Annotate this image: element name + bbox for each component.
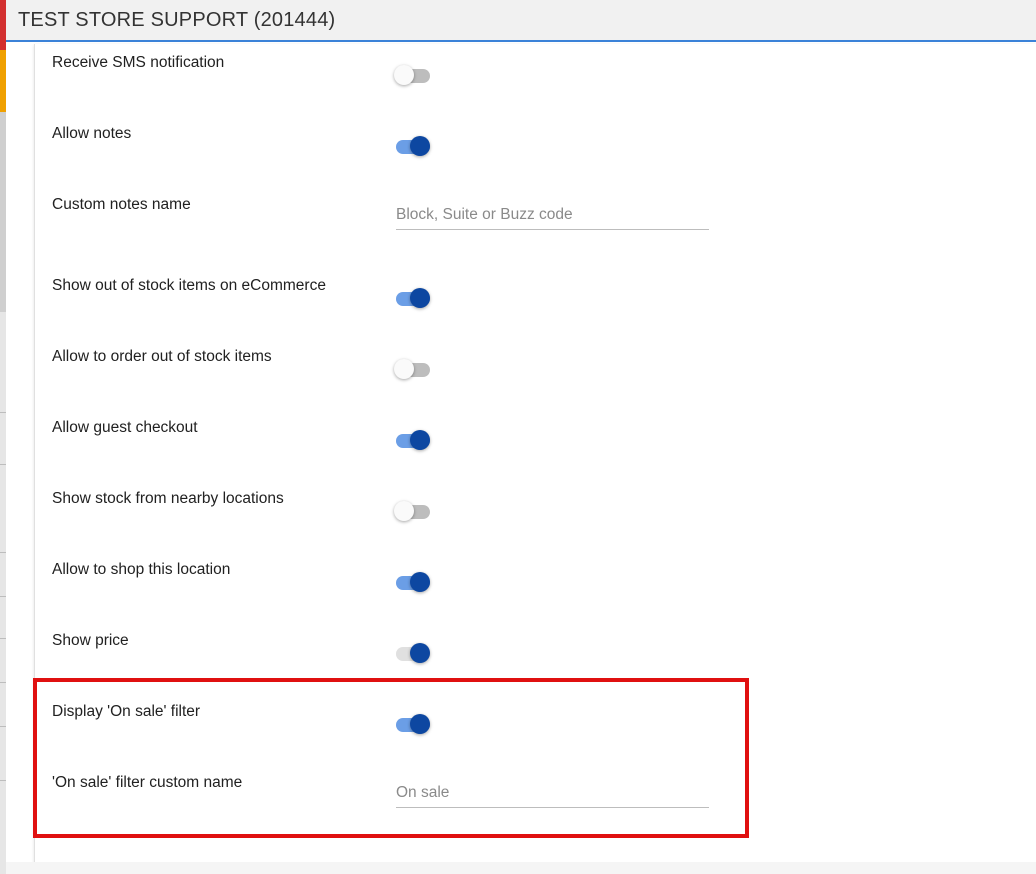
toggle-thumb: [410, 288, 430, 308]
toggle-thumb: [394, 65, 414, 85]
setting-row-show-out-of-stock: Show out of stock items on eCommerce: [35, 267, 1035, 327]
sms-notification-toggle[interactable]: [394, 63, 432, 87]
background-divider: [0, 596, 6, 597]
setting-row-guest-checkout: Allow guest checkout: [35, 409, 1035, 469]
setting-label: Custom notes name: [52, 196, 191, 213]
toggle-thumb: [410, 430, 430, 450]
setting-label: Display 'On sale' filter: [52, 703, 201, 720]
show-out-of-stock-toggle[interactable]: [396, 286, 432, 310]
panel-bottom-shade: [6, 862, 1036, 874]
setting-label: 'On sale' filter custom name: [52, 774, 243, 791]
toggle-thumb: [394, 501, 414, 521]
setting-label: Allow to shop this location: [52, 561, 231, 578]
setting-row-allow-notes: Allow notes: [35, 115, 1035, 175]
setting-row-on-sale-custom-name: 'On sale' filter custom name: [35, 764, 1035, 824]
on-sale-filter-toggle[interactable]: [396, 712, 432, 736]
custom-notes-name-input[interactable]: [396, 200, 709, 230]
show-price-toggle[interactable]: [396, 641, 432, 665]
toggle-thumb: [410, 643, 430, 663]
toggle-thumb: [410, 572, 430, 592]
background-divider: [0, 552, 6, 553]
toggle-thumb: [410, 136, 430, 156]
order-out-of-stock-toggle[interactable]: [394, 357, 432, 381]
background-divider: [0, 412, 6, 413]
setting-row-custom-notes-name: Custom notes name: [35, 186, 1035, 246]
setting-label: Show stock from nearby locations: [52, 490, 284, 507]
background-divider: [0, 638, 6, 639]
background-divider: [0, 682, 6, 683]
background-divider: [0, 780, 6, 781]
settings-panel: Receive SMS notification Allow notes Cus…: [34, 44, 1036, 863]
dialog-header: TEST STORE SUPPORT (201444): [6, 0, 1036, 42]
setting-label: Show price: [52, 632, 129, 649]
setting-label: Allow notes: [52, 125, 132, 142]
setting-label: Allow guest checkout: [52, 419, 198, 436]
toggle-thumb: [410, 714, 430, 734]
on-sale-custom-name-input[interactable]: [396, 778, 709, 808]
setting-row-shop-location: Allow to shop this location: [35, 551, 1035, 611]
setting-label: Allow to order out of stock items: [52, 348, 272, 365]
allow-notes-toggle[interactable]: [396, 134, 432, 158]
setting-row-sms-notification: Receive SMS notification: [35, 44, 1035, 104]
dialog-title: TEST STORE SUPPORT (201444): [18, 9, 336, 31]
setting-row-show-price: Show price: [35, 622, 1035, 682]
background-strip: [0, 0, 6, 874]
background-divider: [0, 464, 6, 465]
setting-row-on-sale-filter: Display 'On sale' filter: [35, 693, 1035, 753]
toggle-thumb: [394, 359, 414, 379]
background-grey-block: [0, 112, 6, 312]
shop-location-toggle[interactable]: [396, 570, 432, 594]
setting-row-nearby-stock: Show stock from nearby locations: [35, 480, 1035, 540]
setting-label: Show out of stock items on eCommerce: [52, 277, 326, 294]
background-orange-block: [0, 50, 6, 112]
background-divider: [0, 726, 6, 727]
nearby-stock-toggle[interactable]: [394, 499, 432, 523]
setting-row-order-out-of-stock: Allow to order out of stock items: [35, 338, 1035, 398]
guest-checkout-toggle[interactable]: [396, 428, 432, 452]
setting-label: Receive SMS notification: [52, 54, 225, 71]
